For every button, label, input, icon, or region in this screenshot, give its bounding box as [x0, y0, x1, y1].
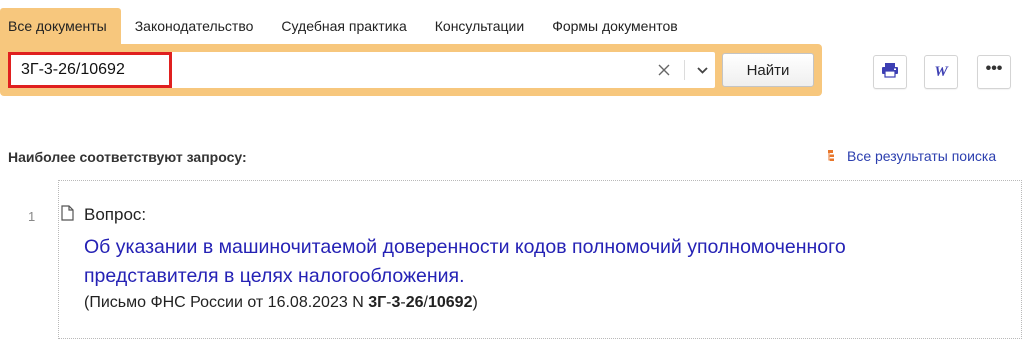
- section-title: Наиболее соответствуют запросу:: [8, 149, 247, 165]
- printer-icon: [881, 62, 899, 83]
- meta-part: 3Г: [368, 294, 387, 311]
- word-icon: W: [934, 63, 948, 80]
- tree-list-icon: [828, 150, 840, 162]
- more-button[interactable]: •••: [977, 55, 1011, 89]
- result-meta: (Письмо ФНС России от 16.08.2023 N 3Г-3-…: [84, 294, 478, 312]
- more-icon: •••: [985, 60, 1003, 77]
- result-title-link[interactable]: Об указании в машиночитаемой доверенност…: [84, 233, 984, 291]
- meta-suffix: ): [472, 294, 478, 311]
- tab-consultations[interactable]: Консультации: [421, 8, 538, 44]
- search-query-text: 3Г-3-26/10692: [21, 61, 125, 78]
- document-icon: [61, 205, 74, 226]
- meta-part: 26: [405, 294, 424, 311]
- meta-part: 10692: [427, 294, 473, 311]
- result-label: Вопрос:: [84, 205, 147, 224]
- tab-court-practice[interactable]: Судебная практика: [267, 8, 420, 44]
- chevron-down-icon[interactable]: [691, 59, 713, 81]
- all-results-link[interactable]: Все результаты поиска: [828, 148, 996, 164]
- search-query-highlight[interactable]: 3Г-3-26/10692: [8, 52, 172, 88]
- search-bar: 3Г-3-26/10692 Найти: [0, 44, 822, 96]
- tab-document-forms[interactable]: Формы документов: [538, 8, 692, 44]
- export-word-button[interactable]: W: [924, 55, 958, 89]
- result-number: 1: [28, 209, 36, 224]
- document-type-tabs: Все документы Законодательство Судебная …: [0, 8, 692, 44]
- find-button[interactable]: Найти: [722, 53, 814, 87]
- search-divider: [684, 60, 685, 80]
- tab-all-documents[interactable]: Все документы: [0, 8, 121, 44]
- meta-prefix: (Письмо ФНС России от 16.08.2023 N: [84, 294, 369, 311]
- tab-legislation[interactable]: Законодательство: [121, 8, 268, 44]
- search-input[interactable]: 3Г-3-26/10692: [8, 52, 715, 88]
- clear-icon[interactable]: [653, 59, 675, 81]
- all-results-label: Все результаты поиска: [847, 148, 997, 164]
- print-button[interactable]: [873, 55, 907, 89]
